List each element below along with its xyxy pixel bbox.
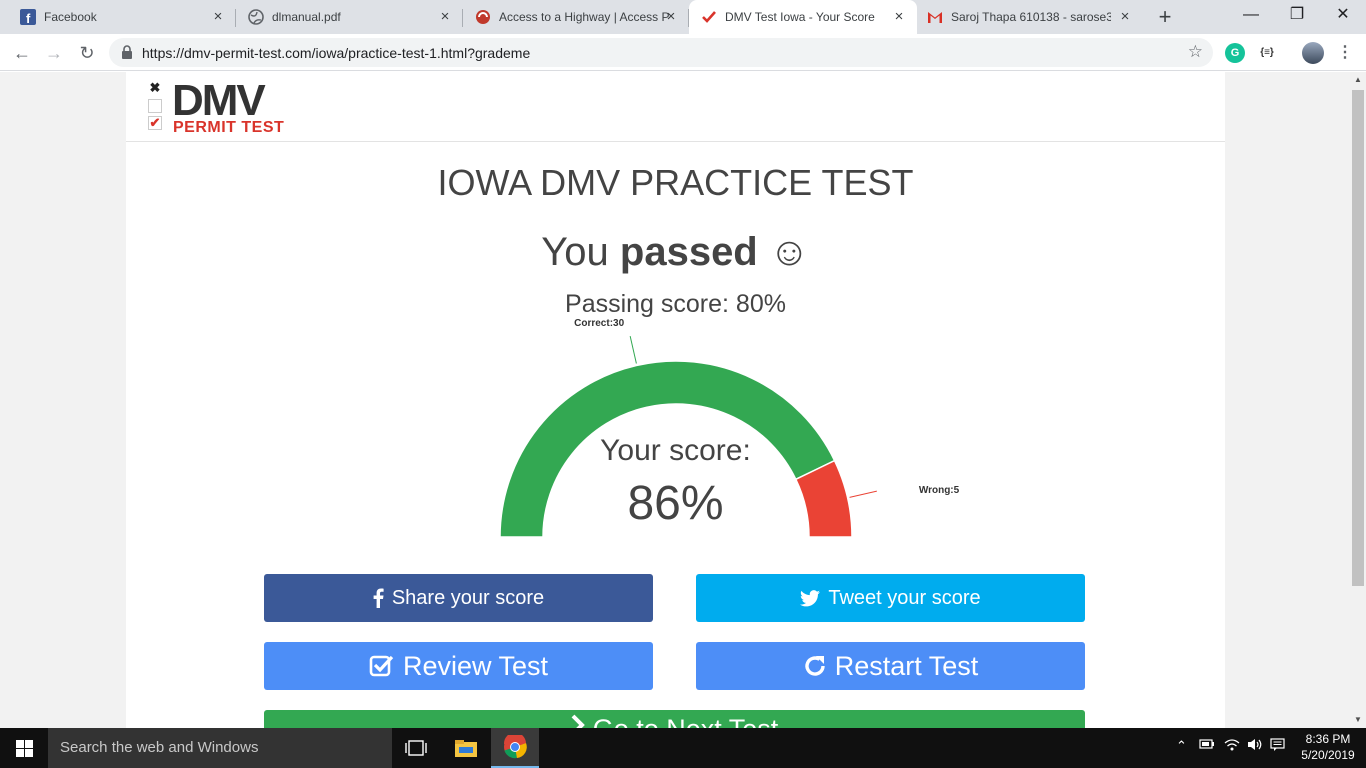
show-hidden-icons[interactable]: ⌃ bbox=[1176, 738, 1187, 754]
tab-gmail[interactable]: Saroj Thapa 610138 - sarose30 × bbox=[917, 0, 1143, 34]
close-tab-icon[interactable]: × bbox=[1117, 9, 1133, 25]
smiley-icon: ☺ bbox=[768, 230, 810, 274]
checkmark-icon bbox=[701, 9, 717, 25]
result-prefix: You bbox=[541, 230, 620, 274]
tab-dmv-test-active[interactable]: DMV Test Iowa - Your Score × bbox=[689, 0, 917, 34]
scrollbar-thumb[interactable] bbox=[1352, 90, 1364, 586]
score-value: 86% bbox=[627, 477, 724, 530]
logo-x-mark: ✖ bbox=[149, 80, 161, 95]
task-view-icon[interactable] bbox=[392, 728, 440, 768]
page-title: IOWA DMV PRACTICE TEST bbox=[437, 162, 914, 203]
next-test-label: Go to Next Test bbox=[593, 714, 779, 728]
url-text: https://dmv-permit-test.com/iowa/practic… bbox=[142, 45, 531, 61]
profile-avatar[interactable] bbox=[1302, 42, 1324, 64]
logo-permit-text: PERMIT TEST bbox=[173, 119, 285, 136]
score-label: Your score: bbox=[600, 434, 751, 467]
address-bar[interactable]: https://dmv-permit-test.com/iowa/practic… bbox=[109, 38, 1213, 67]
tab-facebook[interactable]: f Facebook × bbox=[0, 0, 236, 34]
facebook-icon: f bbox=[20, 9, 36, 25]
close-tab-icon[interactable]: × bbox=[210, 9, 226, 25]
result-heading: You passed ☺ bbox=[126, 230, 1225, 275]
minimize-icon[interactable]: — bbox=[1228, 0, 1274, 30]
logo-checkboxes: ✖ ✔ bbox=[148, 80, 164, 133]
reload-icon[interactable]: ↻ bbox=[75, 41, 99, 65]
review-test-button[interactable]: Review Test bbox=[264, 642, 653, 690]
back-arrow-icon[interactable]: ← bbox=[10, 41, 34, 65]
battery-icon[interactable] bbox=[1199, 738, 1215, 753]
share-score-label: Share your score bbox=[391, 586, 545, 609]
passing-score: Passing score: 80% bbox=[565, 290, 786, 318]
svg-text:f: f bbox=[26, 11, 31, 25]
windows-taskbar: Search the web and Windows ⌃ 8:36 PM 5/2… bbox=[0, 728, 1366, 768]
extension-icon[interactable]: {≡} bbox=[1257, 43, 1277, 63]
chevron-right-icon bbox=[571, 714, 585, 728]
restart-test-label: Restart Test bbox=[834, 650, 979, 681]
tab-strip: f Facebook × dlmanual.pdf × Access to a … bbox=[0, 0, 1366, 34]
new-tab-button[interactable]: + bbox=[1154, 6, 1176, 28]
restart-icon bbox=[803, 654, 827, 678]
tab-title: Facebook bbox=[44, 10, 97, 24]
clock-date: 5/20/2019 bbox=[1301, 748, 1355, 762]
facebook-f-icon bbox=[373, 588, 384, 608]
gauge-leader-line bbox=[629, 336, 637, 364]
tab-access-highway[interactable]: Access to a Highway | Access P × bbox=[463, 0, 689, 34]
gauge-label: Correct:30 bbox=[574, 318, 624, 329]
globe-icon bbox=[248, 9, 264, 25]
bookmark-star-icon[interactable]: ☆ bbox=[1188, 42, 1203, 62]
file-explorer-icon[interactable] bbox=[442, 728, 490, 768]
checkbox-icon bbox=[369, 654, 395, 678]
maximize-icon[interactable]: ❐ bbox=[1274, 0, 1320, 30]
close-tab-icon[interactable]: × bbox=[891, 9, 907, 25]
next-test-button[interactable]: Go to Next Test bbox=[264, 710, 1085, 728]
browser-toolbar: ← → ↻ https://dmv-permit-test.com/iowa/p… bbox=[0, 34, 1366, 71]
tab-title: Saroj Thapa 610138 - sarose30 bbox=[951, 10, 1111, 24]
twitter-bird-icon bbox=[800, 589, 821, 607]
tab-title: DMV Test Iowa - Your Score bbox=[725, 10, 875, 24]
restart-test-button[interactable]: Restart Test bbox=[696, 642, 1085, 690]
tweet-score-button[interactable]: Tweet your score bbox=[696, 574, 1085, 622]
menu-dots-icon[interactable]: ⋮ bbox=[1335, 43, 1355, 63]
logo-check-mark: ✔ bbox=[148, 115, 162, 130]
close-tab-icon[interactable]: × bbox=[663, 9, 679, 25]
tab-title: Access to a Highway | Access P bbox=[499, 10, 670, 24]
tab-dlmanual[interactable]: dlmanual.pdf × bbox=[236, 0, 463, 34]
page-scrollbar[interactable]: ▲ ▼ bbox=[1350, 72, 1366, 728]
site-header: ✖ ✔ DMV PERMIT TEST bbox=[126, 72, 1225, 142]
lock-icon bbox=[121, 45, 133, 59]
scroll-up-icon[interactable]: ▲ bbox=[1350, 72, 1366, 88]
window-close-icon[interactable]: ✕ bbox=[1320, 0, 1366, 30]
page-container: ✖ ✔ DMV PERMIT TEST IOWA DMV PRACTICE TE… bbox=[126, 72, 1225, 728]
result-word: passed bbox=[619, 230, 758, 274]
gmail-icon bbox=[927, 9, 943, 25]
logo-empty-box bbox=[148, 99, 162, 113]
tab-title: dlmanual.pdf bbox=[272, 10, 341, 24]
grammarly-icon[interactable]: G bbox=[1225, 43, 1245, 63]
wifi-icon[interactable] bbox=[1224, 738, 1240, 754]
taskbar-clock[interactable]: 8:36 PM 5/20/2019 bbox=[1296, 731, 1360, 763]
scroll-down-icon[interactable]: ▼ bbox=[1350, 712, 1366, 728]
windows-start-icon[interactable] bbox=[0, 728, 48, 768]
chrome-taskbar-icon[interactable] bbox=[491, 728, 539, 768]
close-tab-icon[interactable]: × bbox=[437, 9, 453, 25]
forward-arrow-icon[interactable]: → bbox=[42, 41, 66, 65]
page-viewport: ✖ ✔ DMV PERMIT TEST IOWA DMV PRACTICE TE… bbox=[0, 72, 1350, 728]
site-logo[interactable]: ✖ ✔ DMV PERMIT TEST bbox=[148, 76, 308, 136]
notifications-icon[interactable] bbox=[1270, 738, 1285, 755]
taskbar-search-input[interactable]: Search the web and Windows bbox=[48, 728, 392, 768]
tweet-score-label: Tweet your score bbox=[828, 586, 981, 609]
clock-time: 8:36 PM bbox=[1305, 732, 1351, 746]
site-icon bbox=[475, 9, 491, 25]
share-score-button[interactable]: Share your score bbox=[264, 574, 653, 622]
volume-icon[interactable] bbox=[1247, 738, 1263, 754]
review-test-label: Review Test bbox=[402, 650, 549, 681]
